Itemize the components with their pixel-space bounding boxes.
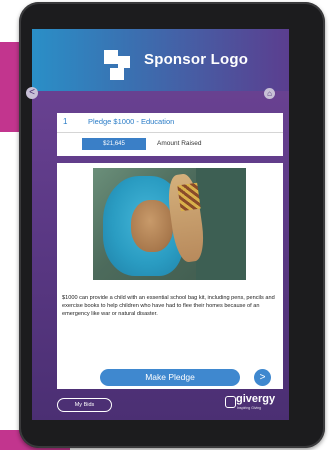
- pledge-title: Pledge $1000 - Education: [88, 117, 175, 126]
- make-pledge-button[interactable]: Make Pledge: [100, 369, 240, 386]
- home-button[interactable]: ⌂: [264, 88, 275, 99]
- givergy-logo-icon: [225, 396, 236, 408]
- chevron-right-icon: >: [259, 372, 266, 383]
- back-button[interactable]: <: [26, 87, 38, 99]
- home-icon: ⌂: [267, 89, 272, 98]
- my-bids-button[interactable]: My Bids: [57, 398, 112, 412]
- sponsor-logo-text: Sponsor Logo: [144, 51, 249, 68]
- pledge-description: $1000 can provide a child with an essent…: [62, 295, 275, 317]
- pledge-header-card: 1 Pledge $1000 - Education $21,645 Amoun…: [57, 113, 283, 156]
- brand-name: givergy: [236, 393, 276, 405]
- sponsor-logo-icon: [104, 50, 136, 82]
- chevron-left-icon: <: [29, 87, 35, 98]
- pledge-number: 1: [63, 117, 68, 126]
- amount-raised-value: $21,645: [82, 138, 146, 150]
- brand-tagline: Inspiring Giving: [237, 406, 262, 410]
- divider: [57, 132, 283, 133]
- pledge-photo: [93, 168, 246, 280]
- amount-raised-label: Amount Raised: [157, 140, 202, 147]
- next-button[interactable]: >: [254, 369, 271, 386]
- pledge-content-card: $1000 can provide a child with an essent…: [57, 163, 283, 389]
- sponsor-header: Sponsor Logo: [32, 29, 289, 91]
